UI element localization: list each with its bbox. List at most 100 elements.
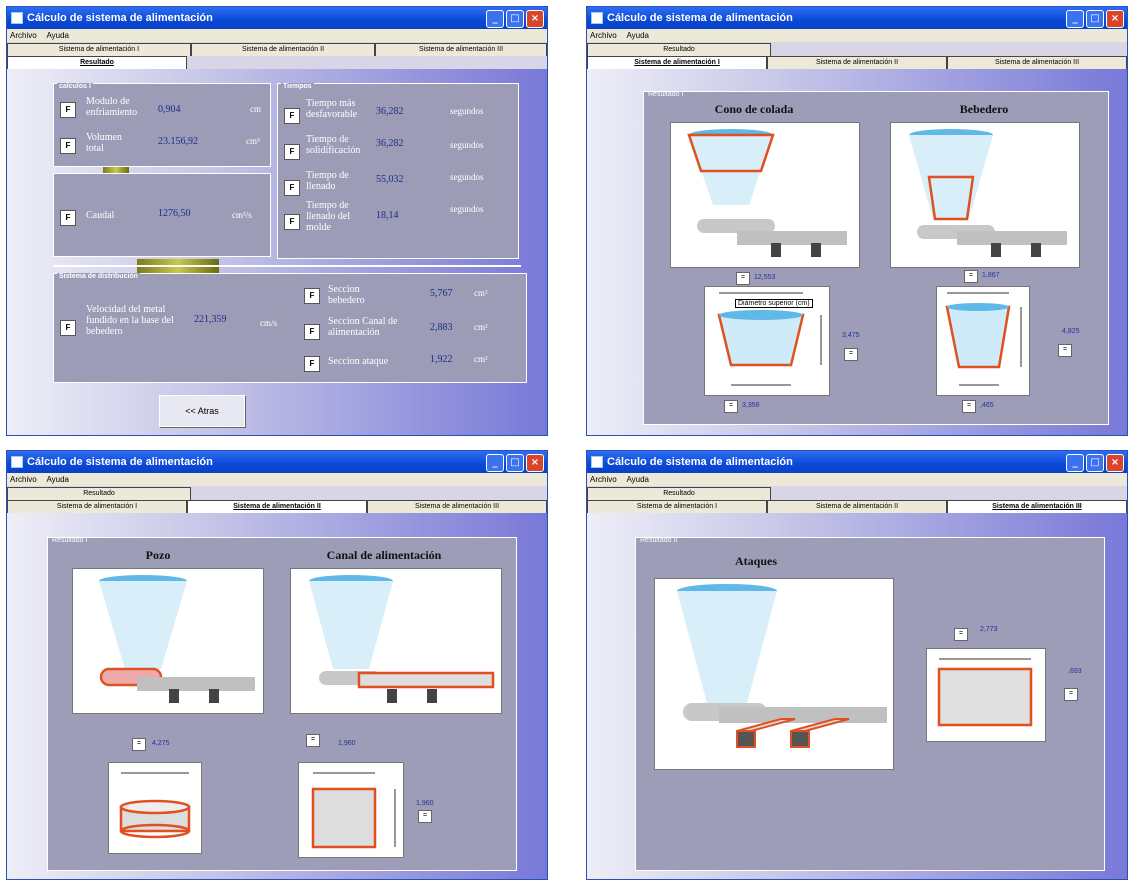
tab-sistema-2[interactable]: Sistema de alimentación II (191, 43, 375, 56)
menu-bar: Archivo Ayuda (587, 473, 1127, 486)
resultado-content: calculos I F Modulo de enfriamiento 0,90… (7, 69, 547, 435)
velocidad-label: Velocidad del metal fundido en la base d… (86, 304, 174, 337)
minimize-button[interactable]: _ (1066, 454, 1084, 472)
minimize-button[interactable]: _ (1066, 10, 1084, 28)
window-title: Cálculo de sistema de alimentación (607, 456, 793, 468)
seccion-bebedero-value: 5,767 (430, 288, 453, 299)
menu-archivo[interactable]: Archivo (10, 31, 37, 40)
tab-resultado[interactable]: Resultado (587, 43, 771, 56)
tab-sistema-2[interactable]: Sistema de alimentación II (767, 500, 947, 513)
tiempos-label: Tiempos (281, 83, 314, 90)
tab-sistema-1[interactable]: Sistema de alimentación I (587, 500, 767, 513)
cono-top-diameter-value: 12,553 (754, 274, 776, 281)
maximize-button[interactable]: □ (506, 10, 524, 28)
canal-width-button[interactable]: = (306, 734, 320, 747)
volumen-f-button[interactable]: F (60, 138, 76, 154)
cono-bottom-value: 3,358 (742, 402, 760, 409)
close-button[interactable]: × (526, 454, 544, 472)
menu-bar: Archivo Ayuda (7, 29, 547, 42)
pozo-diameter-value: 4,275 (152, 740, 170, 747)
tab-sistema-2[interactable]: Sistema de alimentación II (767, 56, 947, 69)
sistema-group: Sistema de distribución F Velocidad del … (53, 273, 527, 383)
menu-archivo[interactable]: Archivo (590, 475, 617, 484)
bebedero-top-button[interactable]: = (964, 270, 978, 283)
tab-row-bottom: Resultado (7, 56, 547, 70)
tab-sistema-3[interactable]: Sistema de alimentación III (375, 43, 547, 56)
seccion-ataque-label: Seccion ataque (328, 356, 389, 367)
tab-sistema-3[interactable]: Sistema de alimentación III (947, 56, 1127, 69)
tab-sistema-1[interactable]: Sistema de alimentación I (7, 500, 187, 513)
pozo-dimension-image (108, 762, 202, 854)
bebedero-height-button[interactable]: = (1058, 344, 1072, 357)
menu-ayuda[interactable]: Ayuda (46, 475, 69, 484)
tab-sistema-2[interactable]: Sistema de alimentación II (187, 500, 367, 513)
tab-resultado[interactable]: Resultado (7, 56, 187, 69)
cono-height-button[interactable]: = (844, 348, 858, 361)
tiempo-desfavorable-label: Tiempo más desfavorable (306, 98, 358, 120)
seccion-canal-f-button[interactable]: F (304, 324, 320, 340)
cono-top-diameter-button[interactable]: = (736, 272, 750, 285)
cono-colada-heading: Cono de colada (714, 102, 794, 116)
tab-row-top: Sistema de alimentación I Sistema de ali… (7, 43, 547, 56)
close-button[interactable]: × (1106, 454, 1124, 472)
tiempo-molde-f-button[interactable]: F (284, 214, 300, 230)
menu-archivo[interactable]: Archivo (10, 475, 37, 484)
seccion-bebedero-f-button[interactable]: F (304, 288, 320, 304)
cono-bottom-button[interactable]: = (724, 400, 738, 413)
close-button[interactable]: × (1106, 10, 1124, 28)
minimize-button[interactable]: _ (486, 454, 504, 472)
ataque-height-button[interactable]: = (1064, 688, 1078, 701)
panel-label: Resultado I (648, 91, 684, 98)
canal-dimension-image (298, 762, 404, 858)
ataque-width-button[interactable]: = (954, 628, 968, 641)
tiempo-llenado-f-button[interactable]: F (284, 180, 300, 196)
menu-ayuda[interactable]: Ayuda (626, 475, 649, 484)
panel-label: Resultado II (640, 537, 678, 544)
window-sistema-2: Cálculo de sistema de alimentación _ □ ×… (6, 450, 548, 880)
modulo-f-button[interactable]: F (60, 102, 76, 118)
menu-ayuda[interactable]: Ayuda (46, 31, 69, 40)
tiempo-desfavorable-unit: segundos (450, 106, 484, 116)
tab-row-bottom: Sistema de alimentación I Sistema de ali… (587, 56, 1127, 70)
ataque-height-value: ,693 (1068, 668, 1082, 675)
ataques-heading: Ataques (734, 554, 777, 568)
velocidad-f-button[interactable]: F (60, 320, 76, 336)
tiempo-solidificacion-f-button[interactable]: F (284, 144, 300, 160)
tiempo-desfavorable-f-button[interactable]: F (284, 108, 300, 124)
close-button[interactable]: × (526, 10, 544, 28)
pozo-diameter-button[interactable]: = (132, 738, 146, 751)
modulo-label: Modulo de enfriamiento (86, 96, 138, 118)
seccion-ataque-f-button[interactable]: F (304, 356, 320, 372)
menu-ayuda[interactable]: Ayuda (626, 31, 649, 40)
seccion-canal-value: 2,883 (430, 322, 453, 333)
app-icon (11, 12, 23, 24)
tab-sistema-1[interactable]: Sistema de alimentación I (587, 56, 767, 69)
caudal-unit: cm³/s (232, 210, 252, 220)
tab-resultado[interactable]: Resultado (587, 487, 771, 500)
tab-sistema-3[interactable]: Sistema de alimentación III (947, 500, 1127, 513)
menu-archivo[interactable]: Archivo (590, 31, 617, 40)
tab-sistema-1[interactable]: Sistema de alimentación I (7, 43, 191, 56)
maximize-button[interactable]: □ (1086, 454, 1104, 472)
window-sistema-3: Cálculo de sistema de alimentación _ □ ×… (586, 450, 1128, 880)
divider (53, 265, 521, 267)
minimize-button[interactable]: _ (486, 10, 504, 28)
caudal-f-button[interactable]: F (60, 210, 76, 226)
maximize-button[interactable]: □ (1086, 10, 1104, 28)
panel-label: Resultado I (52, 537, 88, 544)
tiempo-solidificacion-label: Tiempo de solidificación (306, 134, 361, 156)
resultado-panel: Resultado I Pozo Canal de alimentación =… (47, 537, 517, 871)
title-bar: Cálculo de sistema de alimentación _ □ × (7, 451, 547, 473)
canal-height-button[interactable]: = (418, 810, 432, 823)
tab-resultado[interactable]: Resultado (7, 487, 191, 500)
maximize-button[interactable]: □ (506, 454, 524, 472)
volumen-value: 23.156,92 (158, 136, 198, 147)
bebedero-bottom-button[interactable]: = (962, 400, 976, 413)
tab-row-bottom: Sistema de alimentación I Sistema de ali… (587, 500, 1127, 514)
ataque-dimension-image (926, 648, 1046, 742)
tab-sistema-3[interactable]: Sistema de alimentación III (367, 500, 547, 513)
seccion-canal-label: Seccion Canal de alimentación (328, 316, 398, 338)
atras-button[interactable]: << Atras (159, 395, 245, 427)
tab-row-top: Resultado (587, 487, 1127, 500)
diametro-tooltip: Diámetro superior (cm) (735, 299, 813, 308)
